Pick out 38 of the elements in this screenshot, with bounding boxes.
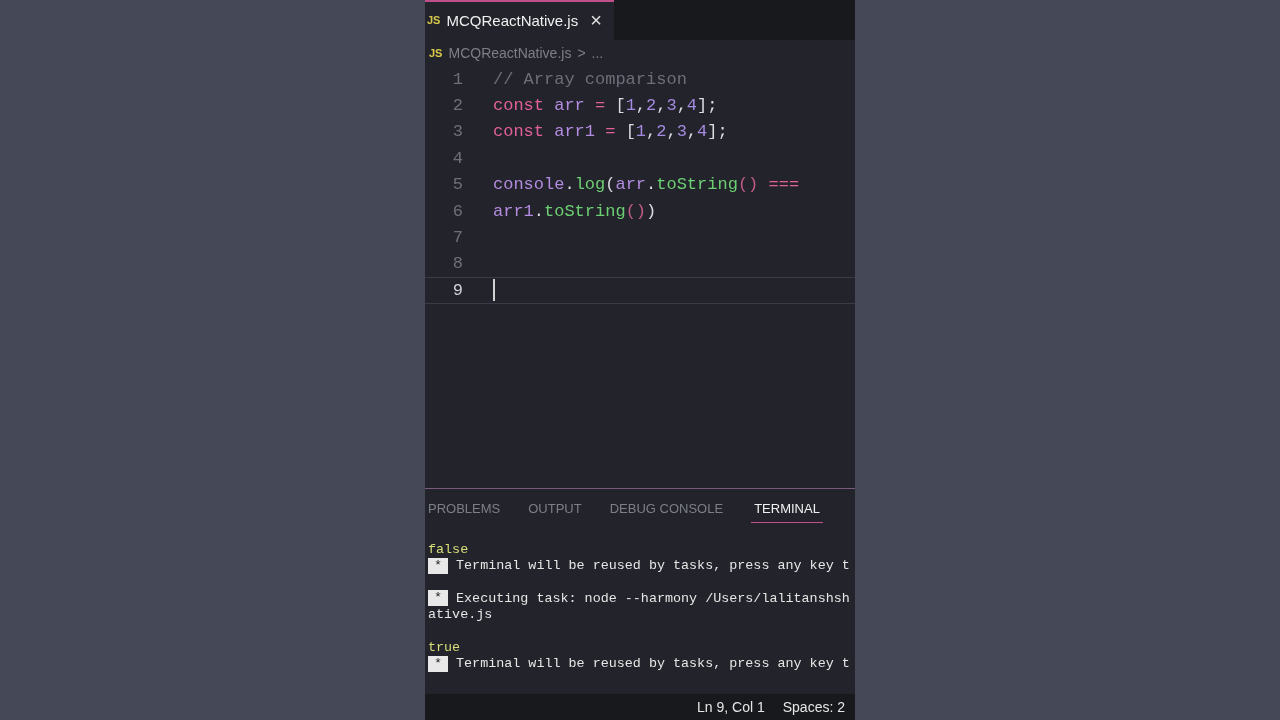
code-line: const arr1 = [1,2,3,4]; (493, 122, 728, 142)
close-icon[interactable]: × (590, 10, 602, 30)
text-cursor (493, 279, 495, 302)
code-line: const arr = [1,2,3,4]; (493, 96, 718, 116)
terminal-output: true (428, 640, 461, 656)
line-number: 1 (451, 69, 463, 89)
line-number: 8 (451, 254, 463, 274)
code-line: arr1.toString()) (493, 201, 657, 221)
panel-tab[interactable]: TERMINAL (751, 501, 823, 523)
js-file-icon: JS (427, 14, 441, 26)
line-number: 3 (451, 122, 463, 142)
panel-tab[interactable]: PROBLEMS (428, 501, 501, 522)
terminal-output: Terminal will be reused by tasks, press any key t (456, 558, 850, 574)
line-number: 7 (451, 228, 463, 248)
line-number: 6 (451, 201, 463, 221)
terminal-output: Terminal will be reused by tasks, press any key t (456, 656, 850, 672)
tab-label: MCQReactNative.js (446, 11, 579, 29)
cursor-position[interactable]: Ln 9, Col 1 (697, 699, 765, 715)
terminal-output: Executing task: node --harmony /Users/lalitanshsh (456, 590, 850, 606)
breadcrumb-item[interactable]: MCQReactNative.js (448, 45, 572, 61)
terminal-output: ative.js (428, 607, 493, 623)
code-line: console.log(arr.toString() === (493, 175, 800, 195)
editor-tab[interactable]: JS MCQReactNative.js × (425, 0, 614, 40)
js-file-icon: JS (429, 47, 443, 59)
terminal-output: false (428, 541, 469, 557)
panel-tab[interactable]: OUTPUT (528, 501, 582, 522)
line-number: 5 (451, 175, 463, 195)
indentation-setting[interactable]: Spaces: 2 (782, 699, 845, 715)
line-number: 2 (451, 96, 463, 116)
breadcrumb-item[interactable]: ... (591, 45, 604, 61)
panel-tab[interactable]: DEBUG CONSOLE (609, 501, 724, 522)
breadcrumb-separator: > (577, 45, 586, 61)
terminal-badge: * (428, 557, 449, 574)
terminal-badge: * (428, 590, 449, 607)
code-line: // Array comparison (493, 69, 687, 89)
line-number: 9 (451, 280, 463, 300)
line-number: 4 (451, 148, 463, 168)
terminal-badge: * (428, 655, 449, 672)
